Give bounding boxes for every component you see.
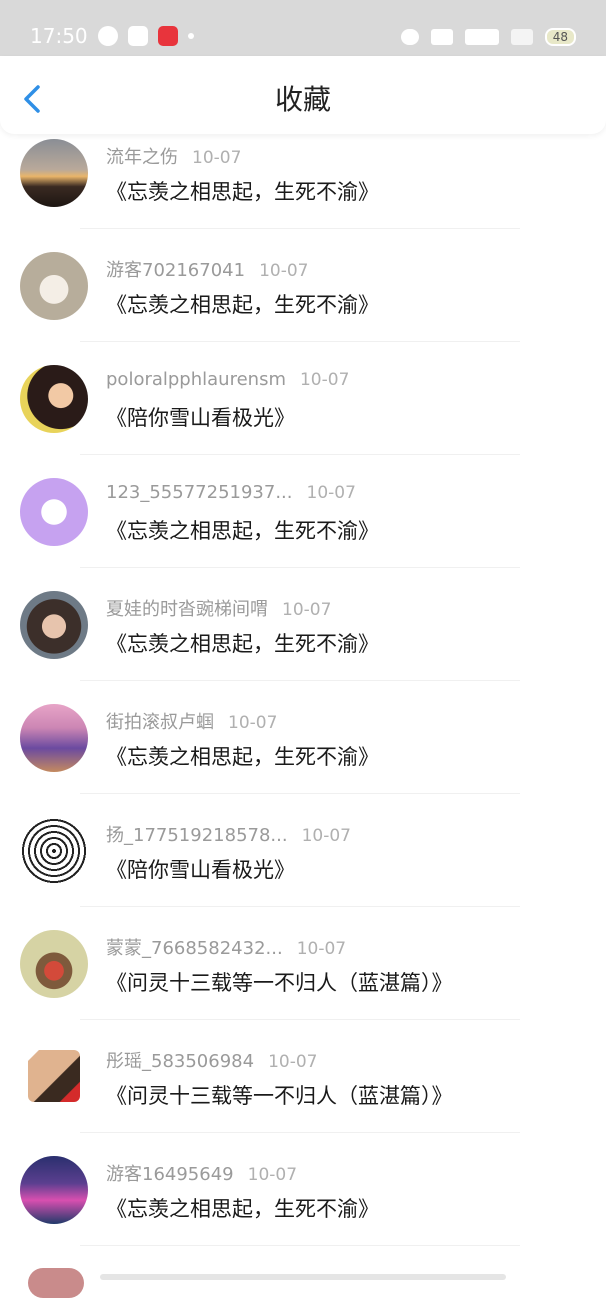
item-meta: 彤瑶_583506984 10-07 bbox=[106, 1047, 317, 1073]
divider bbox=[80, 1132, 520, 1133]
date: 10-07 bbox=[259, 261, 309, 281]
list-item-peek bbox=[0, 1262, 606, 1298]
username[interactable]: 游客16495649 bbox=[106, 1164, 234, 1185]
avatar[interactable] bbox=[20, 139, 88, 207]
list-item[interactable]: 彤瑶_583506984 10-07 《问灵十三载等一不归人（蓝湛篇）》 bbox=[0, 1036, 606, 1149]
notification-icon bbox=[98, 26, 118, 46]
item-meta: 流年之伤 10-07 bbox=[106, 143, 241, 169]
divider bbox=[80, 680, 520, 681]
item-meta: 夏娃的时沓豌梯间喟 10-07 bbox=[106, 595, 331, 621]
username[interactable]: 123_55577251937... bbox=[106, 482, 293, 503]
work-title[interactable]: 《问灵十三载等一不归人（蓝湛篇）》 bbox=[106, 967, 453, 997]
username[interactable]: 彤瑶_583506984 bbox=[106, 1051, 254, 1072]
list-item[interactable]: 蒙蒙_7668582432... 10-07 《问灵十三载等一不归人（蓝湛篇）》 bbox=[0, 923, 606, 1036]
date: 10-07 bbox=[192, 148, 242, 168]
app-notification-icon bbox=[128, 26, 148, 46]
work-title[interactable]: 《忘羡之相思起，生死不渝》 bbox=[106, 628, 379, 658]
avatar[interactable] bbox=[20, 591, 88, 659]
divider bbox=[80, 228, 520, 229]
avatar bbox=[28, 1268, 84, 1298]
avatar[interactable] bbox=[20, 704, 88, 772]
date: 10-07 bbox=[247, 1165, 298, 1185]
date: 10-07 bbox=[268, 1052, 318, 1072]
divider bbox=[80, 906, 520, 907]
work-title[interactable]: 《忘羡之相思起，生死不渝》 bbox=[106, 741, 379, 771]
divider bbox=[80, 1245, 520, 1246]
list-item[interactable]: 游客16495649 10-07 《忘羡之相思起，生死不渝》 bbox=[0, 1149, 606, 1262]
work-title[interactable]: 《忘羡之相思起，生死不渝》 bbox=[106, 289, 379, 319]
username[interactable]: poloralpphlaurensm bbox=[106, 369, 286, 390]
page-title: 收藏 bbox=[274, 83, 331, 116]
more-notifications-icon bbox=[188, 33, 194, 39]
date: 10-07 bbox=[228, 713, 278, 733]
divider bbox=[80, 567, 520, 568]
divider bbox=[80, 793, 520, 794]
item-meta: 游客702167041 10-07 bbox=[106, 256, 308, 282]
divider bbox=[80, 341, 520, 342]
avatar[interactable] bbox=[20, 365, 88, 433]
battery-icon: 48 bbox=[544, 28, 576, 46]
list-item[interactable]: 123_55577251937... 10-07 《忘羡之相思起，生死不渝》 bbox=[0, 471, 606, 584]
list-item[interactable]: poloralpphlaurensm 10-07 《陪你雪山看极光》 bbox=[0, 358, 606, 471]
divider bbox=[80, 1019, 520, 1020]
item-meta: 扬_177519218578... 10-07 bbox=[106, 821, 351, 847]
list-item[interactable]: 扬_177519218578... 10-07 《陪你雪山看极光》 bbox=[0, 810, 606, 923]
signal-icon bbox=[510, 29, 533, 45]
avatar[interactable] bbox=[20, 930, 88, 998]
list-item[interactable]: 流年之伤 10-07 《忘羡之相思起，生死不渝》 bbox=[0, 132, 606, 245]
favorites-list: 流年之伤 10-07 《忘羡之相思起，生死不渝》 游客702167041 10-07 《忘… bbox=[0, 132, 606, 1262]
avatar[interactable] bbox=[20, 1156, 88, 1224]
shopping-app-icon bbox=[158, 26, 178, 46]
item-meta: 街拍滚叔卢蝈 10-07 bbox=[106, 708, 277, 734]
date: 10-07 bbox=[299, 370, 350, 390]
work-title[interactable]: 《忘羡之相思起，生死不渝》 bbox=[106, 1193, 379, 1223]
hd-icon bbox=[430, 29, 453, 45]
status-time: 17:50 bbox=[30, 24, 88, 48]
avatar[interactable] bbox=[20, 252, 88, 320]
username[interactable]: 扬_177519218578... bbox=[106, 825, 288, 846]
status-bar: 17:50 48 bbox=[0, 0, 606, 56]
work-title[interactable]: 《忘羡之相思起，生死不渝》 bbox=[106, 515, 379, 545]
divider bbox=[80, 454, 520, 455]
avatar[interactable] bbox=[20, 478, 88, 546]
alarm-icon bbox=[400, 29, 419, 45]
list-item[interactable]: 夏娃的时沓豌梯间喟 10-07 《忘羡之相思起，生死不渝》 bbox=[0, 584, 606, 697]
username[interactable]: 流年之伤 bbox=[106, 147, 178, 168]
list-item[interactable]: 街拍滚叔卢蝈 10-07 《忘羡之相思起，生死不渝》 bbox=[0, 697, 606, 810]
work-title[interactable]: 《陪你雪山看极光》 bbox=[106, 854, 295, 884]
username[interactable]: 街拍滚叔卢蝈 bbox=[106, 712, 214, 733]
work-title[interactable]: 《陪你雪山看极光》 bbox=[106, 402, 295, 432]
signal-4g-icon bbox=[464, 29, 499, 45]
username[interactable]: 蒙蒙_7668582432... bbox=[106, 938, 283, 959]
work-title[interactable]: 《问灵十三载等一不归人（蓝湛篇）》 bbox=[106, 1080, 453, 1110]
date: 10-07 bbox=[301, 826, 351, 846]
username[interactable]: 夏娃的时沓豌梯间喟 bbox=[106, 599, 268, 620]
top-nav-bar: 收藏 bbox=[0, 56, 606, 134]
avatar[interactable] bbox=[20, 817, 88, 885]
list-item[interactable]: 游客702167041 10-07 《忘羡之相思起，生死不渝》 bbox=[0, 245, 606, 358]
status-indicators: 48 bbox=[400, 26, 576, 48]
date: 10-07 bbox=[296, 939, 347, 959]
item-meta: 123_55577251937... 10-07 bbox=[106, 482, 356, 503]
item-meta: 蒙蒙_7668582432... 10-07 bbox=[106, 934, 346, 960]
item-meta: poloralpphlaurensm 10-07 bbox=[106, 369, 349, 390]
date: 10-07 bbox=[282, 600, 332, 620]
username[interactable]: 游客702167041 bbox=[106, 260, 245, 281]
avatar[interactable] bbox=[28, 1050, 80, 1102]
text-placeholder bbox=[100, 1274, 506, 1280]
date: 10-07 bbox=[306, 483, 356, 503]
item-meta: 游客16495649 10-07 bbox=[106, 1160, 297, 1186]
work-title[interactable]: 《忘羡之相思起，生死不渝》 bbox=[106, 176, 379, 206]
